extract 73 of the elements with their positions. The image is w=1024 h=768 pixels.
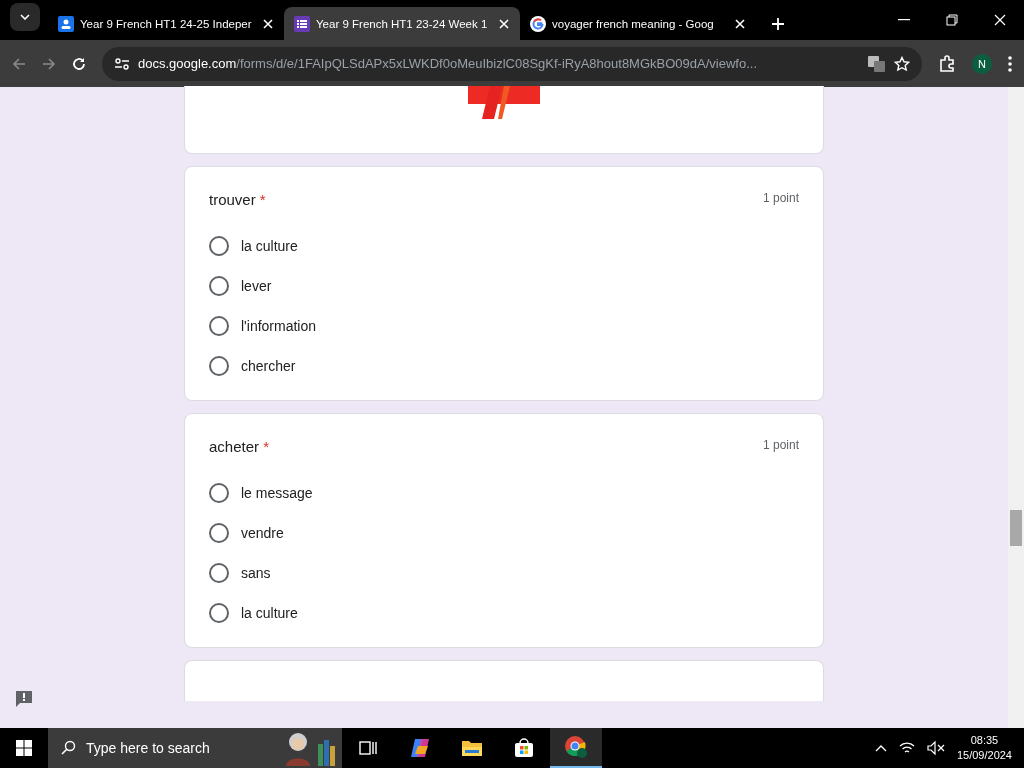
tab-title: voyager french meaning - Goog [552,17,715,30]
tab-search-button[interactable] [10,3,40,31]
wifi-icon[interactable] [898,741,915,755]
question-title: acheter * [209,438,270,455]
option-label: la culture [241,238,298,254]
restore-icon[interactable] [946,14,958,26]
forward-icon[interactable] [42,56,56,71]
option-label: l'information [241,318,317,334]
taskbar-search-field[interactable]: Type here to search [48,728,342,768]
radio-option[interactable]: vendre [209,513,799,553]
star-icon[interactable] [894,55,910,72]
radio-option[interactable]: l'information [209,306,799,346]
tab-title: Year 9 French HT1 24-25 Indeper [80,17,253,30]
folder-icon[interactable] [461,739,483,757]
option-label: sans [241,565,271,581]
scrollbar[interactable] [1008,87,1024,728]
option-label: chercher [241,358,296,374]
back-icon[interactable] [12,56,26,71]
store-icon[interactable] [514,738,534,758]
points-label: 1 point [762,438,799,454]
close-icon[interactable] [498,17,510,30]
site-settings-icon[interactable] [114,56,130,71]
chevron-down-icon [20,14,30,20]
url-text: docs.google.com/forms/d/e/1FAIpQLSdAPx5xLWKDf0oMeuIbizlC08SgKf-iRyA8hout8MGkBO09dA/viewfo... [138,56,758,71]
option-label: vendre [241,525,284,541]
option-label: la culture [241,605,298,621]
radio-option[interactable]: chercher [209,346,799,386]
clock-date: 15/09/2024 [956,748,1012,763]
feedback-icon[interactable] [14,689,34,709]
radio-button[interactable] [209,603,229,623]
close-icon[interactable] [262,17,274,30]
puzzle-icon[interactable] [938,54,956,73]
browser-tab[interactable]: voyager french meaning - Goog [520,7,756,40]
tab-title: Year 9 French HT1 23-24 Week 1 [316,17,489,30]
radio-button[interactable] [209,356,229,376]
radio-button[interactable] [209,563,229,583]
browser-tab[interactable]: Year 9 French HT1 23-24 Week 1 [284,7,520,40]
address-bar[interactable]: docs.google.com/forms/d/e/1FAIpQLSdAPx5xLWKDf0oMeuIbizlC08SgKf-iRyA8hout8MGkBO09dA/viewfo... [102,46,922,81]
reload-icon[interactable] [72,56,86,71]
browser-tab[interactable]: Year 9 French HT1 24-25 Indeper [48,7,284,40]
question-title: trouver * [209,191,266,208]
radio-option[interactable]: la culture [209,226,799,266]
radio-option[interactable]: le message [209,473,799,513]
minimize-icon[interactable] [898,19,910,21]
radio-button[interactable] [209,316,229,336]
option-label: le message [241,485,313,501]
clock-time: 08:35 [970,733,999,748]
copilot-icon[interactable] [409,737,431,759]
list-icon [294,15,310,32]
radio-button[interactable] [209,236,229,256]
profile-avatar[interactable]: N [972,53,992,74]
radio-option[interactable]: sans [209,553,799,593]
chrome-icon[interactable] [564,735,588,759]
muted-speaker-icon[interactable] [926,741,945,755]
menu-icon[interactable] [1008,55,1012,72]
radio-button[interactable] [209,523,229,543]
person-icon [58,15,74,32]
search-icon [60,740,76,756]
google-icon [530,15,546,32]
new-tab-icon[interactable] [770,16,786,32]
option-label: lever [241,278,272,294]
chevron-up-icon[interactable] [874,744,887,752]
translate-icon[interactable] [868,55,886,72]
points-label: 1 point [762,191,799,207]
radio-option[interactable]: lever [209,266,799,306]
search-placeholder: Type here to search [86,740,211,756]
task-view-icon[interactable] [359,740,377,756]
close-icon[interactable] [734,17,746,30]
radio-option[interactable]: la culture [209,593,799,633]
close-icon[interactable] [994,14,1006,26]
radio-button[interactable] [209,483,229,503]
radio-button[interactable] [209,276,229,296]
windows-icon[interactable] [16,740,32,756]
